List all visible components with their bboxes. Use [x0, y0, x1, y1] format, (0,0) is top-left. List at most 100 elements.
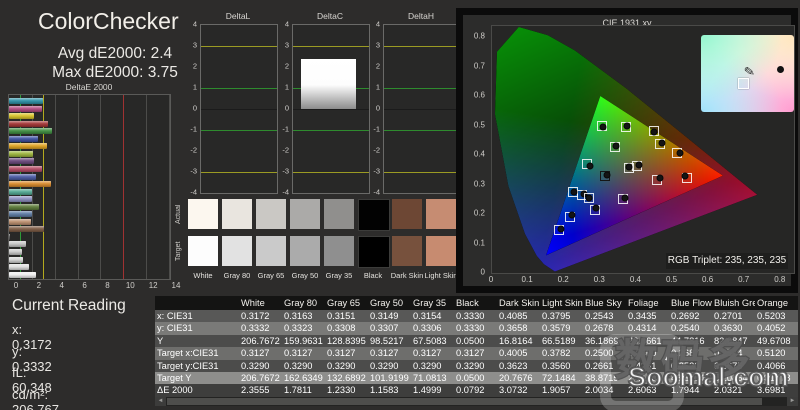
table-cell: 66.5189: [542, 335, 576, 346]
table-cell: 0.2540: [671, 323, 700, 334]
swatch-strip: Actual Target White Gray 80 Gray 65 Gray 50 Gr…: [175, 199, 456, 289]
swatch-label: Black: [363, 271, 383, 280]
table-cell: 0.3290: [284, 360, 313, 371]
table-cell: 0.0792: [456, 385, 485, 396]
table-row: x: CIE31 0.3172 0.3163 0.3151 0.3149 0.3154 0.…: [155, 310, 798, 323]
table-cell: 0.3127: [284, 348, 313, 359]
deltae-bar-white: [9, 271, 36, 278]
table-cell: 0.3400: [628, 348, 657, 359]
table-cell: 0.2500: [585, 348, 614, 359]
table-cell: 0.3127: [456, 348, 485, 359]
target-swatch-black: [358, 236, 390, 268]
table-cell: 0.3330: [456, 323, 485, 334]
table-cell: 206.7672: [241, 372, 280, 383]
table-row: Target y:CIE31 0.3290 0.3290 0.3290 0.3290 0.…: [155, 359, 798, 372]
deltae-bar-blue-flower: [9, 196, 32, 203]
table-cell: 0.3323: [284, 323, 313, 334]
swatch-label: Gray 50: [291, 271, 319, 280]
table-cell: 64.1778: [757, 372, 791, 383]
table-col-header: Gray 80: [284, 298, 318, 308]
swatch-label: Dark Skin: [390, 271, 424, 280]
table-scrollbar[interactable]: ◄ ►: [155, 397, 798, 406]
table-cell: 0.3127: [413, 348, 442, 359]
measured-marker-light-skin: [625, 163, 633, 171]
table-cell: 3.0732: [499, 385, 528, 396]
measured-marker-moderate-red: [656, 174, 664, 182]
scroll-left-arrow[interactable]: ◄: [155, 397, 166, 406]
current-reading-line: cd/m²: 206.767: [12, 386, 59, 410]
deltac-combined-bar: [301, 58, 356, 109]
table-row-label: Target x:CIE31: [157, 348, 219, 359]
swatch-label: Gray 80: [223, 271, 251, 280]
target-swatch-light-skin: [426, 236, 456, 266]
scrollbar-thumb[interactable]: [167, 398, 762, 405]
deltae-bar-purple: [9, 158, 35, 165]
table-cell: 0.3307: [370, 323, 399, 334]
actual-swatch-black: [358, 199, 390, 231]
swatch-label: White: [193, 271, 213, 280]
table-cell: 0.3306: [413, 323, 442, 334]
measured-marker-yellow: [650, 128, 658, 136]
table-cell: 82.9847: [714, 335, 748, 346]
table-cell: 0.0500: [456, 335, 485, 346]
table-col-header: Gray 50: [370, 298, 404, 308]
table-col-header: Gray 35: [413, 298, 447, 308]
target-swatch-gray-80: [222, 236, 252, 266]
table-cell: 0.3290: [413, 360, 442, 371]
table-cell: 3.6981: [757, 385, 786, 396]
table-cell: 0.3579: [542, 323, 571, 334]
cie-1931-panel: CIE 1931 xy 0.8 0.7 0.6 0.5 0.4 0.3 0.2 …: [456, 8, 798, 293]
whitepoint-zoom-inset: ✎: [701, 35, 794, 112]
deltae-bar-orange: [9, 181, 52, 188]
avg-de2000-readout: Avg dE2000: 2.4: [57, 45, 173, 62]
table-row: Target Y 206.7672 162.6349 132.6892 101.9199…: [155, 371, 798, 385]
table-cell: 0.4052: [757, 323, 786, 334]
table-cell: 0.4066: [757, 360, 786, 371]
table-cell: 38.8715: [585, 372, 619, 383]
table-cell: 2.3555: [241, 385, 270, 396]
target-swatch-gray-65: [256, 236, 286, 266]
deltae-bar-moderate-red: [9, 165, 43, 172]
deltae-bar-bluish-green: [9, 188, 33, 195]
table-cell: 0.2687: [671, 348, 700, 359]
table-row-label: ΔE 2000: [157, 385, 193, 396]
table-cell: 1.2330: [327, 385, 356, 396]
deltae-bar-gray-50: [9, 249, 23, 255]
deltae-bar-magenta: [9, 105, 43, 112]
actual-swatch-gray-65: [256, 199, 286, 229]
deltae-bar-yellow-green: [9, 150, 33, 157]
table-cell: 49.6708: [757, 335, 791, 346]
table-cell: 0.3782: [542, 348, 571, 359]
actual-swatch-light-skin: [426, 199, 456, 229]
deltae-bar-blue: [9, 135, 38, 142]
target-swatch-dark-skin: [392, 236, 422, 266]
scroll-right-arrow[interactable]: ►: [787, 397, 798, 406]
table-cell: 0.3560: [542, 360, 571, 371]
table-cell: 0.3151: [327, 311, 356, 321]
table-cell: 27.1201: [628, 372, 662, 383]
measured-dot-marker: [776, 65, 784, 73]
table-cell: 0.4261: [628, 360, 657, 371]
table-col-header: Light Skin: [542, 298, 583, 308]
measured-marker-purple: [592, 204, 600, 212]
table-row: Y 206.7672 159.9631 128.8395 98.5217 67.5083 0…: [155, 334, 798, 348]
deltae-bar-chart: [8, 94, 171, 280]
deltae-bar-orange-yellow: [9, 143, 47, 150]
measured-marker-green: [599, 123, 607, 131]
table-cell: 36.1869: [585, 335, 619, 346]
table-cell: 0.3290: [241, 360, 270, 371]
table-row-label: y: CIE31: [157, 323, 193, 334]
cie-inner: CIE 1931 xy 0.8 0.7 0.6 0.5 0.4 0.3 0.2 …: [463, 15, 795, 286]
table-cell: 67.5083: [413, 335, 447, 346]
table-col-header: Blue Flower: [671, 298, 712, 308]
rgb-triplet-readout: RGB Triplet: 235, 235, 235: [666, 253, 788, 269]
table-col-header: Black: [456, 298, 479, 308]
measured-marker-white: [603, 171, 610, 179]
swatch-label: Gray 35: [325, 271, 353, 280]
chart-deltal: [200, 24, 278, 194]
table-cell: 44.7816: [671, 335, 705, 346]
table-cell: 1.7811: [284, 385, 312, 396]
table-col-header: Bluish Green: [714, 298, 755, 308]
table-cell: 0.4085: [499, 311, 528, 321]
table-cell: 206.7672: [241, 335, 280, 346]
